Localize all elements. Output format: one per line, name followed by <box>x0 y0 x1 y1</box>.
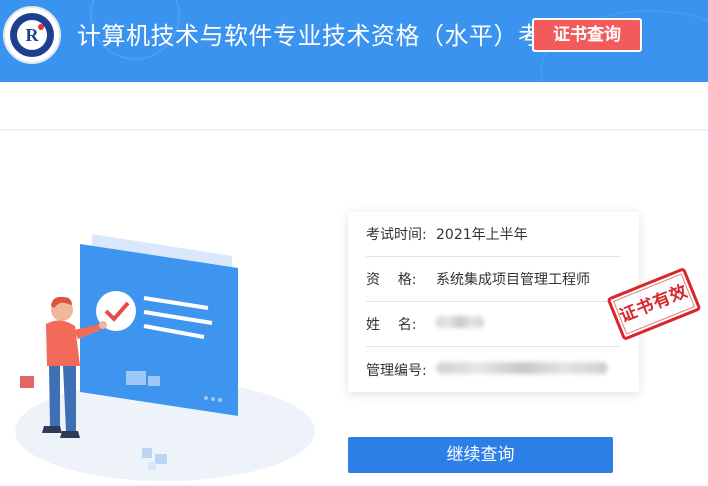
result-row-qualification: 资 格: 系统集成项目管理工程师 <box>366 257 621 302</box>
subheader-band <box>0 82 708 130</box>
result-row-management-number: 管理编号: <box>366 347 621 392</box>
management-number-label: 管理编号: <box>366 362 427 379</box>
person-with-screen-illustration <box>15 234 315 481</box>
exam-time-value: 2021年上半年 <box>436 227 528 243</box>
name-label: 姓 名: <box>366 317 417 333</box>
management-number-value-redacted <box>436 361 621 378</box>
page-title: 计算机技术与软件专业技术资格（水平）考试 <box>77 22 567 50</box>
certificate-query-button[interactable]: 证书查询 <box>532 18 642 52</box>
result-row-exam-time: 考试时间: 2021年上半年 <box>366 212 621 257</box>
certification-emblem-icon: R <box>3 6 61 64</box>
name-value-redacted <box>436 316 621 332</box>
top-header: R 计算机技术与软件专业技术资格（水平）考试 证书查询 <box>0 0 708 82</box>
result-card: 考试时间: 2021年上半年 资 格: 系统集成项目管理工程师 姓 名: 管理编… <box>348 212 639 392</box>
qualification-value: 系统集成项目管理工程师 <box>436 272 590 288</box>
exam-time-label: 考试时间: <box>366 227 427 243</box>
continue-query-button[interactable]: 继续查询 <box>348 437 613 473</box>
main-content: 考试时间: 2021年上半年 资 格: 系统集成项目管理工程师 姓 名: 管理编… <box>0 131 708 485</box>
qualification-label: 资 格: <box>366 272 417 288</box>
result-row-name: 姓 名: <box>366 302 621 347</box>
